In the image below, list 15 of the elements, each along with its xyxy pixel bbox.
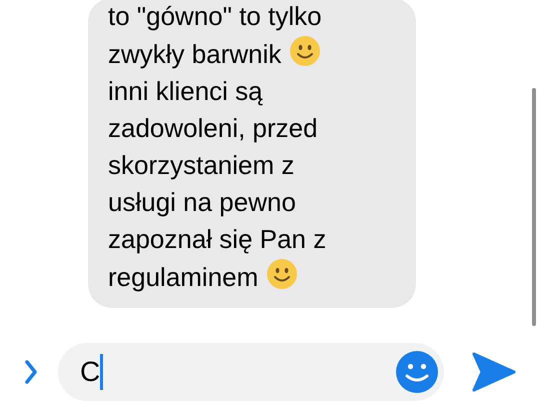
input-text: C [80,355,100,389]
message-line: zadowoleni, przed [108,112,319,145]
message-line: to "gówno" to tylko [108,0,323,33]
message-line: zapoznał się Pan z [108,223,328,256]
emoji-button[interactable] [396,351,438,393]
send-icon[interactable] [472,352,516,392]
smiley-emoji-icon [289,35,322,67]
message-input-field[interactable]: C [58,343,444,401]
message-line: skorzystaniem z [108,149,296,182]
message-line: zwykły barwnik [108,35,404,73]
message-line: usługi na pewno [108,186,297,219]
smiley-emoji-icon [266,258,298,290]
text-cursor [100,354,104,390]
message-line: inni klienci są [108,75,264,108]
message-line: regulaminem [108,258,404,296]
